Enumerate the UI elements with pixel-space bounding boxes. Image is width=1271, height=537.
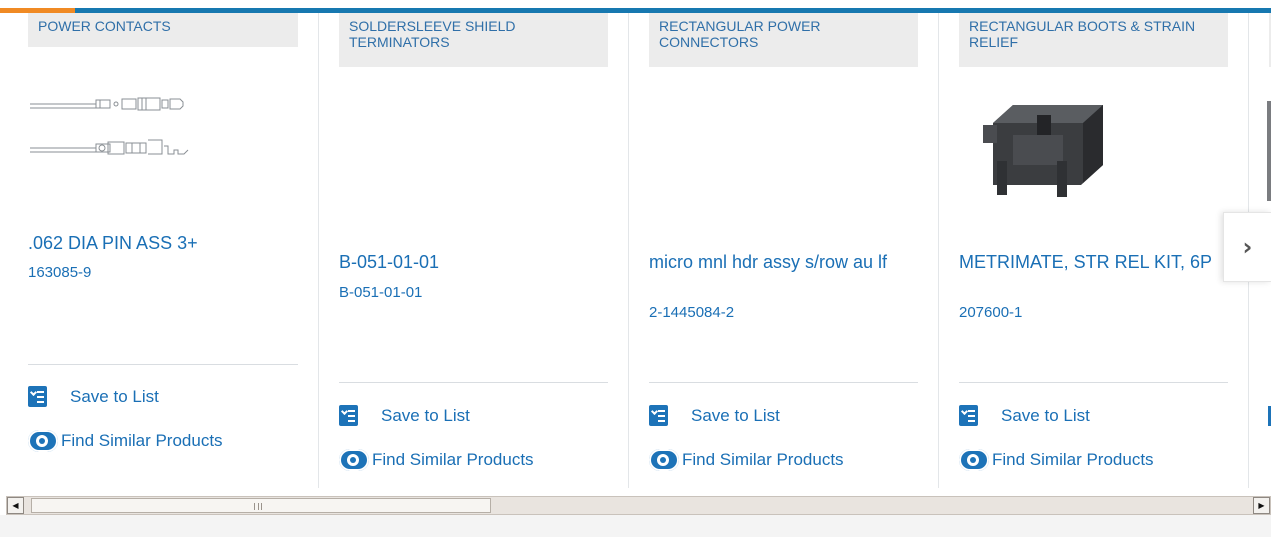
partial-product-image (1267, 101, 1271, 201)
chevron-right-icon: › (1242, 233, 1253, 261)
gears-icon (649, 449, 679, 471)
product-card: SOLDERSLEEVE SHIELD TERMINATORS B-051-01… (339, 13, 629, 488)
product-image[interactable] (28, 96, 198, 160)
find-similar-label: Find Similar Products (992, 450, 1154, 469)
checklist-icon (649, 405, 668, 426)
product-image[interactable] (983, 95, 1107, 199)
save-to-list-button[interactable]: Save to List (28, 386, 159, 407)
find-similar-products-button[interactable]: Find Similar Products (959, 449, 1154, 471)
find-similar-products-button[interactable]: Find Similar Products (28, 430, 223, 452)
save-to-list-label: Save to List (381, 405, 470, 425)
pin-contact-drawing (30, 97, 189, 155)
footer-band (0, 515, 1271, 537)
scroll-right-button[interactable]: ▶ (1253, 497, 1270, 514)
card-divider (649, 382, 918, 383)
category-label[interactable]: SOLDERSLEEVE SHIELD TERMINATORS (339, 13, 608, 67)
scrollbar-grip (254, 503, 262, 510)
product-card: POWER CONTACTS .062 DIA PIN ASS 3+ 16308… (28, 13, 319, 488)
save-to-list-button[interactable]: Save to List (959, 405, 1090, 426)
arrow-right-icon: ▶ (1258, 501, 1265, 510)
find-similar-products-button[interactable]: Find Similar Products (339, 449, 534, 471)
checklist-icon (339, 405, 358, 426)
find-similar-label: Find Similar Products (61, 431, 223, 450)
checklist-icon (959, 405, 978, 426)
product-card: RECTANGULAR BOOTS & STRAIN RELIEF METRIM… (959, 13, 1249, 488)
find-similar-label: Find Similar Products (682, 450, 844, 469)
product-card: RECTANGULAR POWER CONNECTORS micro mnl h… (649, 13, 939, 488)
product-title-link[interactable]: .062 DIA PIN ASS 3+ (28, 234, 288, 252)
scroll-left-button[interactable]: ◀ (7, 497, 24, 514)
product-part-number[interactable]: 163085-9 (28, 264, 91, 282)
product-title-link[interactable]: micro mnl hdr assy s/row au lf (649, 253, 911, 271)
card-divider (28, 364, 298, 365)
gears-icon (28, 430, 58, 452)
gears-icon (959, 449, 989, 471)
category-label[interactable]: RECTANGULAR BOOTS & STRAIN RELIEF (959, 13, 1228, 67)
gears-icon (339, 449, 369, 471)
save-to-list-button[interactable]: Save to List (649, 405, 780, 426)
save-to-list-label: Save to List (1001, 405, 1090, 425)
scrollbar-thumb[interactable] (31, 498, 491, 513)
product-part-number[interactable]: 2-1445084-2 (649, 304, 734, 322)
product-part-number[interactable]: 207600-1 (959, 304, 1022, 322)
strain-relief-kit-photo (983, 105, 1103, 197)
product-title-link[interactable]: METRIMATE, STR REL KIT, 6P (959, 253, 1221, 271)
find-similar-products-button[interactable]: Find Similar Products (649, 449, 844, 471)
category-label[interactable]: RECTANGULAR POWER CONNECTORS (649, 13, 918, 67)
card-divider (959, 382, 1228, 383)
product-part-number[interactable]: B-051-01-01 (339, 284, 422, 302)
horizontal-scrollbar[interactable]: ◀ ▶ (6, 496, 1271, 515)
category-label[interactable]: POWER CONTACTS (28, 13, 298, 47)
save-to-list-label: Save to List (70, 386, 159, 406)
carousel-next-button[interactable]: › (1223, 212, 1271, 282)
product-carousel: POWER CONTACTS .062 DIA PIN ASS 3+ 16308… (0, 13, 1271, 488)
save-to-list-button[interactable]: Save to List (339, 405, 470, 426)
checklist-icon (28, 386, 47, 407)
save-to-list-label: Save to List (691, 405, 780, 425)
card-divider (339, 382, 608, 383)
find-similar-label: Find Similar Products (372, 450, 534, 469)
arrow-left-icon: ◀ (12, 501, 19, 510)
product-title-link[interactable]: B-051-01-01 (339, 253, 599, 271)
